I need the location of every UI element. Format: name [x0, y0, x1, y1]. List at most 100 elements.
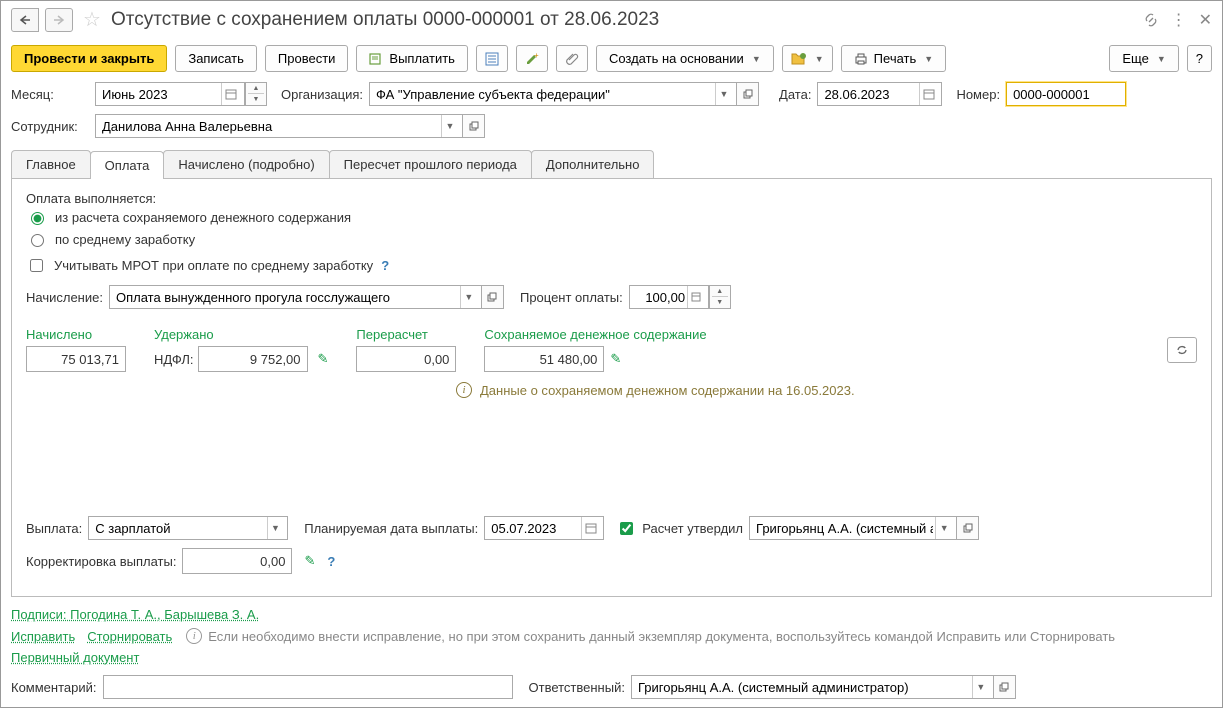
chevron-down-icon[interactable]: ▼	[460, 286, 477, 308]
tab-extra[interactable]: Дополнительно	[531, 150, 655, 178]
accrual-input[interactable]: ▼	[109, 285, 482, 309]
tab-recalc[interactable]: Пересчет прошлого периода	[329, 150, 532, 178]
signatures-link[interactable]: Подписи: Погодина Т. А., Барышева З. А.	[11, 607, 259, 622]
tab-payment[interactable]: Оплата	[90, 151, 165, 179]
radio-preserved-income[interactable]	[31, 212, 44, 225]
list-icon-button[interactable]	[476, 45, 508, 72]
help-button[interactable]: ?	[1187, 45, 1212, 72]
checkbox-mrot[interactable]	[30, 259, 43, 272]
post-and-close-button[interactable]: Провести и закрыть	[11, 45, 167, 72]
correction-label: Корректировка выплаты:	[26, 554, 176, 569]
arrow-right-icon	[53, 15, 65, 25]
primary-doc-link[interactable]: Первичный документ	[11, 650, 139, 665]
folder-icon	[791, 52, 807, 66]
folder-action-button[interactable]: ▼	[782, 45, 833, 72]
tab-accrued[interactable]: Начислено (подробно)	[163, 150, 329, 178]
link-icon[interactable]	[1143, 12, 1159, 28]
info-icon: i	[456, 382, 472, 398]
ndfl-value-box[interactable]: 9 752,00	[198, 346, 308, 372]
percent-input[interactable]	[629, 285, 709, 309]
employee-open-button[interactable]	[463, 114, 485, 138]
tab-main[interactable]: Главное	[11, 150, 91, 178]
printer-icon	[854, 52, 868, 66]
checkbox-mrot-label: Учитывать МРОТ при оплате по среднему за…	[54, 258, 373, 273]
help-icon[interactable]: ?	[327, 554, 335, 569]
list-icon	[485, 52, 499, 66]
refresh-button[interactable]	[1167, 337, 1197, 363]
calendar-icon[interactable]	[919, 83, 938, 105]
correction-value-box[interactable]: 0,00	[182, 548, 292, 574]
radio-average-label: по среднему заработку	[55, 232, 195, 247]
save-button[interactable]: Записать	[175, 45, 257, 72]
calendar-icon[interactable]	[581, 517, 599, 539]
month-label: Месяц:	[11, 87, 89, 102]
recalc-value-box[interactable]: 0,00	[356, 346, 456, 372]
employee-label: Сотрудник:	[11, 119, 89, 134]
open-external-icon	[469, 121, 479, 131]
calculator-icon[interactable]	[687, 286, 704, 308]
percent-stepper[interactable]: ▲▼	[709, 285, 731, 309]
accrued-value-box[interactable]: 75 013,71	[26, 346, 126, 372]
accrual-open-button[interactable]	[482, 285, 504, 309]
storno-link[interactable]: Сторнировать	[87, 629, 172, 644]
help-icon[interactable]: ?	[381, 258, 389, 273]
edit-icon-button[interactable]: +	[516, 45, 548, 72]
pay-button[interactable]: Выплатить	[356, 45, 468, 72]
nav-forward-button[interactable]	[45, 8, 73, 32]
payout-label: Выплата:	[26, 521, 82, 536]
more-button[interactable]: Еще▼	[1109, 45, 1178, 72]
date-label: Дата:	[779, 87, 811, 102]
pencil-icon[interactable]: ✎	[304, 553, 315, 569]
info-text: Данные о сохраняемом денежном содержании…	[480, 383, 855, 398]
create-based-on-button[interactable]: Создать на основании▼	[596, 45, 774, 72]
checkbox-approved[interactable]	[620, 522, 633, 535]
calendar-icon[interactable]	[221, 83, 240, 105]
favorite-star-icon[interactable]: ☆	[83, 7, 101, 32]
planned-date-input[interactable]	[484, 516, 604, 540]
number-input[interactable]	[1006, 82, 1126, 106]
chevron-down-icon[interactable]: ▼	[441, 115, 458, 137]
arrow-left-icon	[19, 15, 31, 25]
paperclip-icon	[565, 52, 579, 66]
percent-label: Процент оплаты:	[520, 290, 623, 305]
chevron-down-icon[interactable]: ▼	[935, 517, 952, 539]
responsible-input[interactable]: ▼	[631, 675, 994, 699]
col-withheld-label: Удержано	[154, 327, 328, 342]
document-icon	[369, 53, 383, 65]
month-input[interactable]	[95, 82, 245, 106]
payment-intro: Оплата выполняется:	[26, 191, 1197, 206]
radio-average-salary[interactable]	[31, 234, 44, 247]
post-button[interactable]: Провести	[265, 45, 349, 72]
open-external-icon	[999, 682, 1009, 692]
radio-preserved-label: из расчета сохраняемого денежного содерж…	[55, 210, 351, 225]
date-input[interactable]	[817, 82, 942, 106]
close-icon[interactable]: ✕	[1199, 10, 1212, 30]
chevron-down-icon[interactable]: ▼	[972, 676, 989, 698]
number-label: Номер:	[956, 87, 1000, 102]
accrual-label: Начисление:	[26, 290, 103, 305]
pencil-icon[interactable]: ✎	[318, 351, 329, 367]
payout-select[interactable]: ▼	[88, 516, 288, 540]
approved-by-input[interactable]: ▼	[749, 516, 957, 540]
chevron-down-icon[interactable]: ▼	[267, 517, 284, 539]
col-preserved-label: Сохраняемое денежное содержание	[484, 327, 706, 342]
print-button[interactable]: Печать▼	[841, 45, 947, 72]
comment-input[interactable]	[103, 675, 513, 699]
open-external-icon	[743, 89, 753, 99]
org-input[interactable]: ▼	[369, 82, 737, 106]
responsible-open-button[interactable]	[994, 675, 1016, 699]
fix-link[interactable]: Исправить	[11, 629, 75, 644]
chevron-down-icon: ▼	[815, 54, 824, 64]
approved-open-button[interactable]	[957, 516, 979, 540]
chevron-down-icon[interactable]: ▼	[715, 83, 732, 105]
month-stepper[interactable]: ▲▼	[245, 82, 267, 106]
preserved-value-box[interactable]: 51 480,00	[484, 346, 604, 372]
attach-icon-button[interactable]	[556, 45, 588, 72]
kebab-menu-icon[interactable]: ⋮	[1171, 10, 1187, 30]
pencil-icon[interactable]: ✎	[610, 351, 621, 367]
employee-input[interactable]: ▼	[95, 114, 463, 138]
responsible-label: Ответственный:	[529, 680, 625, 695]
nav-back-button[interactable]	[11, 8, 39, 32]
org-open-button[interactable]	[737, 82, 759, 106]
svg-text:+: +	[534, 52, 539, 60]
